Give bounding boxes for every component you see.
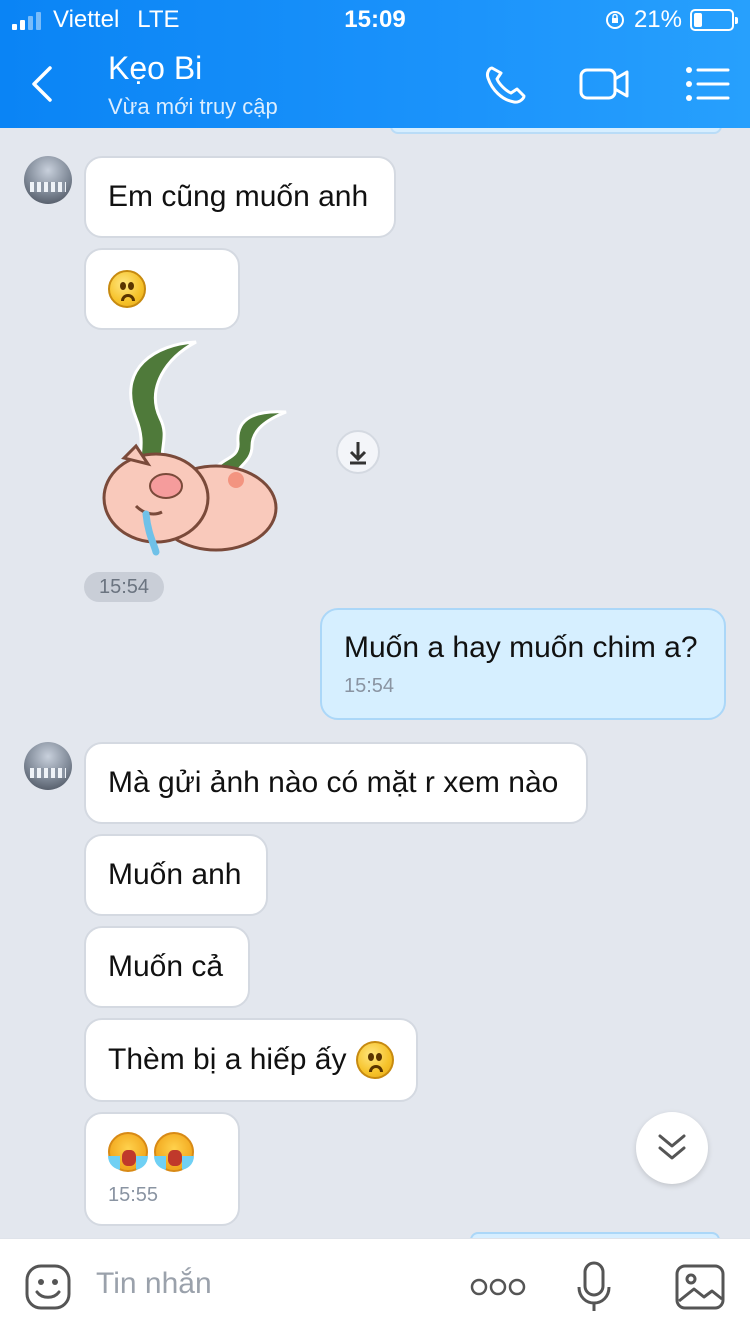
top-bar: Viettel LTE 15:09 21% Kẹo Bi Vừa mới tru… [0, 0, 750, 128]
microphone-icon[interactable] [576, 1261, 612, 1313]
previous-message-edge [390, 128, 722, 134]
menu-icon[interactable] [682, 60, 734, 108]
message-bubble[interactable]: Muốn cả [84, 926, 250, 1008]
video-camera-icon[interactable] [578, 60, 630, 108]
message-time: 15:55 [108, 1183, 159, 1206]
message-bubble[interactable]: Em cũng muốn anh [84, 156, 396, 238]
back-icon[interactable] [22, 62, 66, 106]
message-text: Em cũng muốn anh [108, 180, 369, 213]
battery-info: 21% [604, 6, 738, 34]
message-text: Thèm bị a hiếp ấy [108, 1043, 347, 1076]
rotation-lock-icon [605, 11, 624, 29]
image-icon[interactable] [674, 1261, 726, 1313]
more-icon[interactable] [470, 1275, 526, 1299]
message-text: Muốn a hay muốn chim a? [344, 630, 698, 664]
scroll-to-bottom-button[interactable] [636, 1112, 708, 1184]
crying-emoji-icon [154, 1131, 194, 1172]
message-text: Muốn anh [108, 858, 242, 891]
phone-icon[interactable] [480, 60, 532, 108]
battery-percent: 21% [633, 6, 682, 33]
contact-name[interactable]: Kẹo Bi [108, 50, 202, 87]
download-button[interactable] [336, 430, 380, 474]
message-text: Mà gửi ảnh nào có mặt r xem nào [108, 766, 559, 799]
sad-face-emoji-icon [108, 270, 146, 308]
message-text: Muốn cả [108, 950, 224, 983]
double-chevron-down-icon [658, 1134, 686, 1160]
message-input[interactable]: Tin nhắn [96, 1267, 212, 1301]
chat-header: Kẹo Bi Vừa mới truy cập [0, 40, 750, 128]
timestamp-badge: 15:54 [84, 572, 164, 602]
message-bubble[interactable]: Muốn anh [84, 834, 268, 916]
message-time: 15:54 [344, 674, 395, 697]
message-bubble[interactable]: Mà gửi ảnh nào có mặt r xem nào [84, 742, 588, 824]
sticker-icon[interactable] [24, 1263, 72, 1311]
avatar[interactable] [24, 156, 72, 204]
download-icon [349, 442, 367, 465]
my-message-bubble[interactable]: Muốn a hay muốn chim a? 15:54 [320, 608, 726, 720]
crying-pig-sticker-icon[interactable] [96, 338, 296, 558]
message-list[interactable]: Em cũng muốn anh 15:54 Muốn a hay muốn c… [0, 128, 750, 1238]
status-bar: Viettel LTE 15:09 21% [0, 0, 750, 40]
battery-icon [690, 9, 738, 31]
crying-emoji-icon [108, 1131, 148, 1172]
message-bubble[interactable]: Thèm bị a hiếp ấy [84, 1018, 418, 1102]
composer-bar: Tin nhắn [0, 1238, 750, 1334]
sad-face-emoji-icon [356, 1041, 394, 1079]
emoji-row [108, 1131, 200, 1172]
message-bubble[interactable]: 15:55 [84, 1112, 240, 1226]
avatar[interactable] [24, 742, 72, 790]
message-bubble[interactable] [84, 248, 240, 330]
last-seen-status: Vừa mới truy cập [108, 94, 278, 119]
